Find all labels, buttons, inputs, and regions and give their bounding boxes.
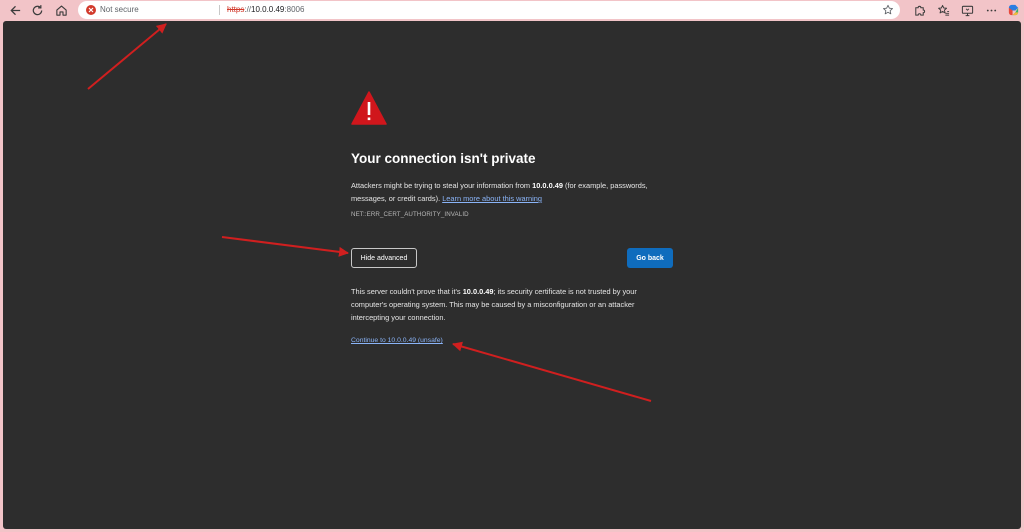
- error-page: Your connection isn't private Attackers …: [3, 21, 1021, 529]
- details-text: This server couldn't prove that it's: [351, 287, 463, 296]
- home-button[interactable]: [53, 2, 69, 18]
- url-port: :8006: [284, 5, 305, 14]
- reload-icon: [32, 4, 42, 15]
- advanced-details: This server couldn't prove that it's 10.…: [351, 285, 673, 324]
- url-separator: ://: [244, 5, 252, 14]
- page-title: Your connection isn't private: [351, 151, 536, 166]
- puzzle-icon: [914, 5, 925, 16]
- extensions-button[interactable]: [911, 2, 927, 18]
- proceed-unsafe-link[interactable]: Continue to 10.0.0.49 (unsafe): [351, 337, 443, 344]
- omnibox-divider: [219, 5, 220, 15]
- url-scheme: https: [227, 5, 245, 14]
- more-button[interactable]: [983, 2, 999, 18]
- profile-button[interactable]: [1005, 2, 1021, 18]
- profile-icon: [1008, 4, 1018, 15]
- security-label[interactable]: Not secure: [100, 4, 139, 16]
- more-icon: [986, 9, 996, 11]
- back-button[interactable]: [7, 2, 23, 18]
- address-bar[interactable]: Not secure https://10.0.0.49:8006: [78, 1, 900, 19]
- warning-host: 10.0.0.49: [532, 181, 563, 190]
- favorites-button[interactable]: [935, 2, 951, 18]
- warning-text: Attackers might be trying to steal your …: [351, 181, 533, 190]
- learn-more-link[interactable]: Learn more about this warning: [442, 194, 542, 203]
- home-icon: [55, 4, 67, 16]
- screen-button[interactable]: [959, 2, 975, 18]
- arrow-left-icon: [9, 5, 20, 15]
- details-host: 10.0.0.49: [462, 287, 494, 296]
- star-icon[interactable]: [882, 4, 894, 16]
- error-code: NET::ERR_CERT_AUTHORITY_INVALID: [351, 211, 469, 218]
- hide-advanced-button[interactable]: Hide advanced: [351, 248, 417, 268]
- not-secure-icon[interactable]: [86, 5, 96, 15]
- reload-button[interactable]: [29, 2, 45, 18]
- go-back-button[interactable]: Go back: [627, 248, 673, 268]
- favorites-icon: [937, 4, 949, 16]
- url-host: 10.0.0.49: [251, 5, 285, 14]
- url-text[interactable]: https://10.0.0.49:8006: [227, 4, 304, 16]
- browser-toolbar: Not secure https://10.0.0.49:8006: [0, 0, 1024, 20]
- warning-message: Attackers might be trying to steal your …: [351, 179, 673, 205]
- warning-triangle-icon: [351, 91, 387, 125]
- screen-icon: [961, 5, 973, 16]
